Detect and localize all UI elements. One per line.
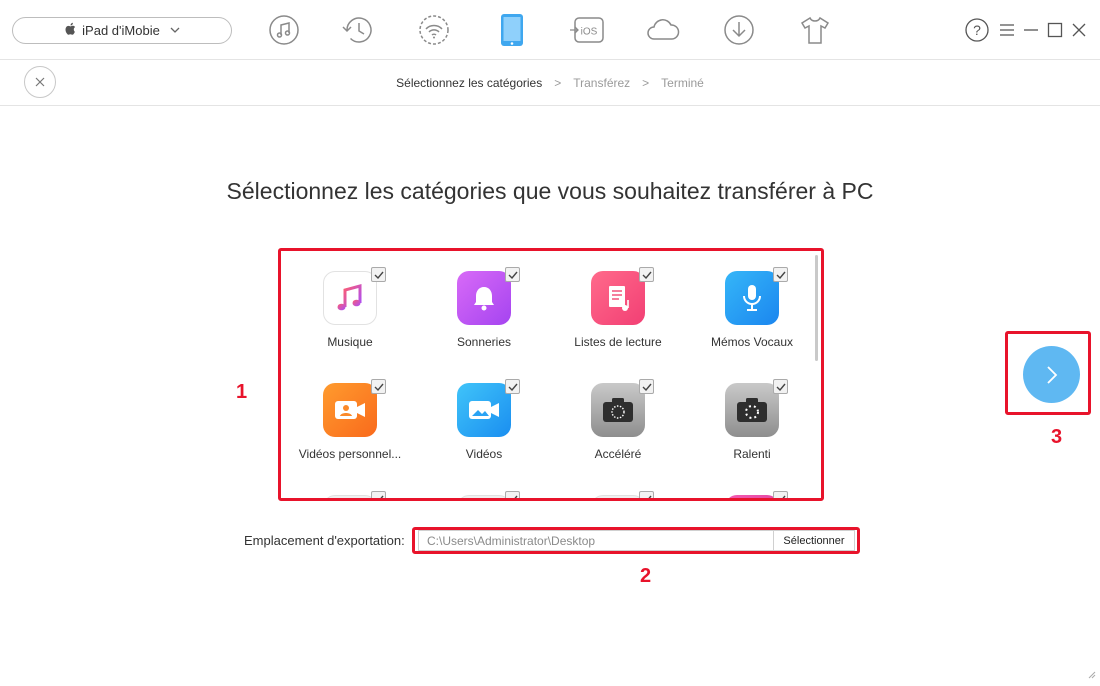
- ipad-icon[interactable]: [494, 12, 530, 48]
- category-label: Vidéos: [465, 447, 503, 461]
- category-videos[interactable]: Vidéos: [417, 365, 551, 465]
- chevron-right-icon: [1046, 365, 1057, 384]
- category-checkbox[interactable]: [371, 379, 386, 394]
- next-button[interactable]: [1023, 346, 1080, 403]
- checkmark-icon: [776, 383, 786, 391]
- music-note-icon: [323, 271, 377, 325]
- checkmark-icon: [508, 271, 518, 279]
- category-checkbox[interactable]: [505, 267, 520, 282]
- category-checkbox[interactable]: [773, 379, 788, 394]
- category-label: Vidéos personnel...: [298, 447, 402, 461]
- breadcrumb-step-transfer: Transférez: [573, 76, 631, 90]
- cloud-icon[interactable]: [645, 12, 681, 48]
- close-button[interactable]: [24, 66, 56, 98]
- breadcrumb-separator: >: [642, 76, 650, 90]
- minimize-icon[interactable]: [1022, 18, 1040, 42]
- checkmark-icon: [374, 383, 384, 391]
- checkmark-icon: [379, 495, 384, 498]
- export-location-label: Emplacement d'exportation:: [244, 533, 405, 548]
- category-checkbox[interactable]: [773, 491, 788, 498]
- video-camera-icon: [457, 383, 511, 437]
- checkmark-icon: [508, 383, 518, 391]
- timelapse-icon: [591, 383, 645, 437]
- checkmark-icon: [642, 383, 652, 391]
- category-checkbox[interactable]: [639, 379, 654, 394]
- category-ringtones[interactable]: Sonneries: [417, 253, 551, 353]
- breadcrumb: Sélectionnez les catégories > Transférez…: [0, 60, 1100, 106]
- device-name: iPad d'iMobie: [82, 23, 160, 38]
- breadcrumb-step-done: Terminé: [661, 76, 704, 90]
- app-window: iPad d'iMobie iOS ? Sélectionnez les cat…: [0, 0, 1100, 686]
- category-checkbox[interactable]: [639, 267, 654, 282]
- category-partial-icon: [323, 495, 377, 498]
- category-grid: Musique Sonneries Listes de lecture Mémo…: [278, 248, 824, 501]
- annotation-2: 2: [640, 565, 652, 587]
- checkmark-icon: [781, 495, 786, 498]
- category-label: Accéléré: [594, 447, 642, 461]
- category-partial[interactable]: [283, 477, 417, 498]
- select-folder-button[interactable]: Sélectionner: [773, 530, 855, 551]
- personal-video-icon: [323, 383, 377, 437]
- download-icon[interactable]: [721, 12, 757, 48]
- checkmark-icon: [642, 271, 652, 279]
- breadcrumb-bar: Sélectionnez les catégories > Transférez…: [0, 60, 1100, 106]
- resize-grip-icon[interactable]: [1088, 671, 1096, 682]
- category-checkbox[interactable]: [371, 491, 386, 498]
- category-partial[interactable]: [417, 477, 551, 498]
- close-icon: [35, 77, 45, 87]
- ios-label: iOS: [581, 27, 598, 38]
- category-label: Mémos Vocaux: [710, 335, 794, 349]
- category-checkbox[interactable]: [371, 267, 386, 282]
- wifi-icon[interactable]: [416, 12, 452, 48]
- chevron-down-icon: [170, 25, 180, 36]
- category-playlists[interactable]: Listes de lecture: [551, 253, 685, 353]
- microphone-icon: [725, 271, 779, 325]
- slowmo-icon: [725, 383, 779, 437]
- annotation-3: 3: [1051, 426, 1063, 448]
- ios-icon[interactable]: iOS: [568, 12, 606, 48]
- category-music[interactable]: Musique: [283, 253, 417, 353]
- apple-icon: [64, 22, 76, 39]
- category-timelapse[interactable]: Accéléré: [551, 365, 685, 465]
- category-partial-icon: [725, 495, 779, 498]
- breadcrumb-step-categories: Sélectionnez les catégories: [396, 76, 543, 90]
- category-label: Listes de lecture: [574, 335, 662, 349]
- close-window-icon[interactable]: [1070, 18, 1088, 42]
- page-title: Sélectionnez les catégories que vous sou…: [226, 178, 874, 204]
- playlist-icon: [591, 271, 645, 325]
- category-partial[interactable]: [551, 477, 685, 498]
- category-checkbox[interactable]: [773, 267, 788, 282]
- checkmark-icon: [374, 271, 384, 279]
- help-symbol: ?: [973, 22, 981, 38]
- breadcrumb-separator: >: [554, 76, 562, 90]
- tshirt-icon[interactable]: [797, 12, 833, 48]
- category-personal-videos[interactable]: Vidéos personnel...: [283, 365, 417, 465]
- history-icon[interactable]: [340, 12, 376, 48]
- checkmark-icon: [647, 495, 652, 498]
- category-label: Sonneries: [456, 335, 512, 349]
- checkmark-icon: [513, 495, 518, 498]
- maximize-icon[interactable]: [1046, 18, 1064, 42]
- category-checkbox[interactable]: [505, 491, 520, 498]
- category-partial-icon: [591, 495, 645, 498]
- category-checkbox[interactable]: [505, 379, 520, 394]
- category-label: Ralenti: [733, 447, 771, 461]
- device-selector[interactable]: iPad d'iMobie: [12, 17, 232, 44]
- checkmark-icon: [776, 271, 786, 279]
- category-partial-icon: [457, 495, 511, 498]
- category-label: Musique: [327, 335, 373, 349]
- bell-icon: [457, 271, 511, 325]
- annotation-1: 1: [236, 381, 248, 403]
- category-checkbox[interactable]: [639, 491, 654, 498]
- top-toolbar: iPad d'iMobie iOS ?: [0, 0, 1100, 60]
- category-voice-memos[interactable]: Mémos Vocaux: [685, 253, 819, 353]
- music-icon[interactable]: [266, 12, 302, 48]
- category-partial[interactable]: [685, 477, 819, 498]
- export-path-field[interactable]: [418, 530, 773, 551]
- help-button[interactable]: ?: [965, 18, 989, 42]
- menu-icon[interactable]: [998, 18, 1016, 42]
- category-slowmo[interactable]: Ralenti: [685, 365, 819, 465]
